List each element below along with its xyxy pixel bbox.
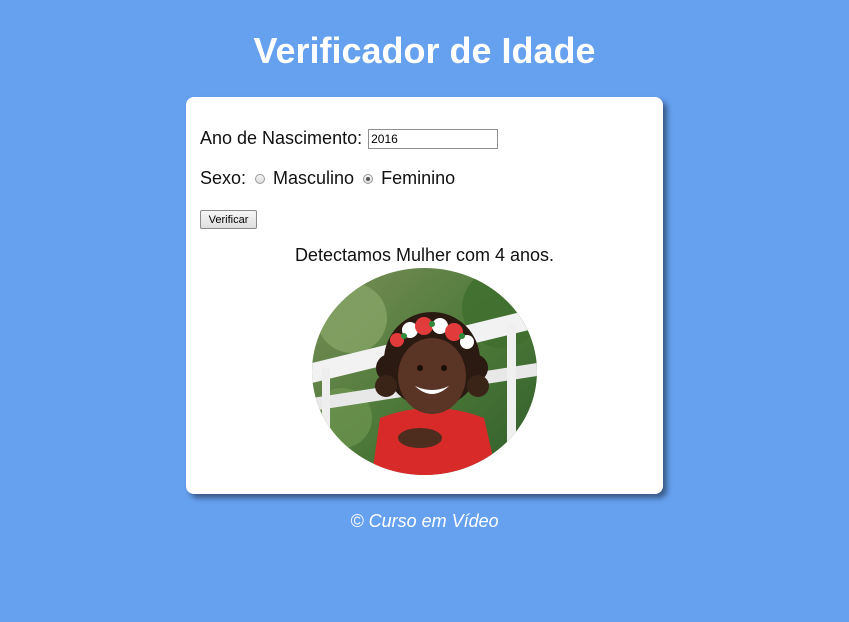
footer-credit: © Curso em Vídeo [350, 511, 499, 531]
radio-feminino[interactable] [363, 173, 374, 184]
radio-masculino-label[interactable]: Masculino [273, 168, 354, 189]
birth-year-row: Ano de Nascimento: [200, 128, 499, 149]
sex-row: Sexo: Masculino Feminino [200, 168, 455, 189]
page-header: Verificador de Idade [0, 30, 849, 72]
birth-year-label: Ano de Nascimento: [200, 128, 363, 148]
page-title: Verificador de Idade [253, 30, 596, 71]
result-photo [312, 268, 537, 475]
verify-button[interactable]: Verificar [200, 210, 257, 229]
sex-label: Sexo: [200, 168, 247, 188]
result-text: Detectamos Mulher com 4 anos. [294, 245, 555, 265]
radio-masculino[interactable] [255, 173, 266, 184]
verification-card: Ano de Nascimento: Sexo: Masculino Femin… [186, 97, 663, 494]
birth-year-input[interactable] [368, 128, 499, 149]
radio-feminino-label[interactable]: Feminino [381, 168, 455, 189]
